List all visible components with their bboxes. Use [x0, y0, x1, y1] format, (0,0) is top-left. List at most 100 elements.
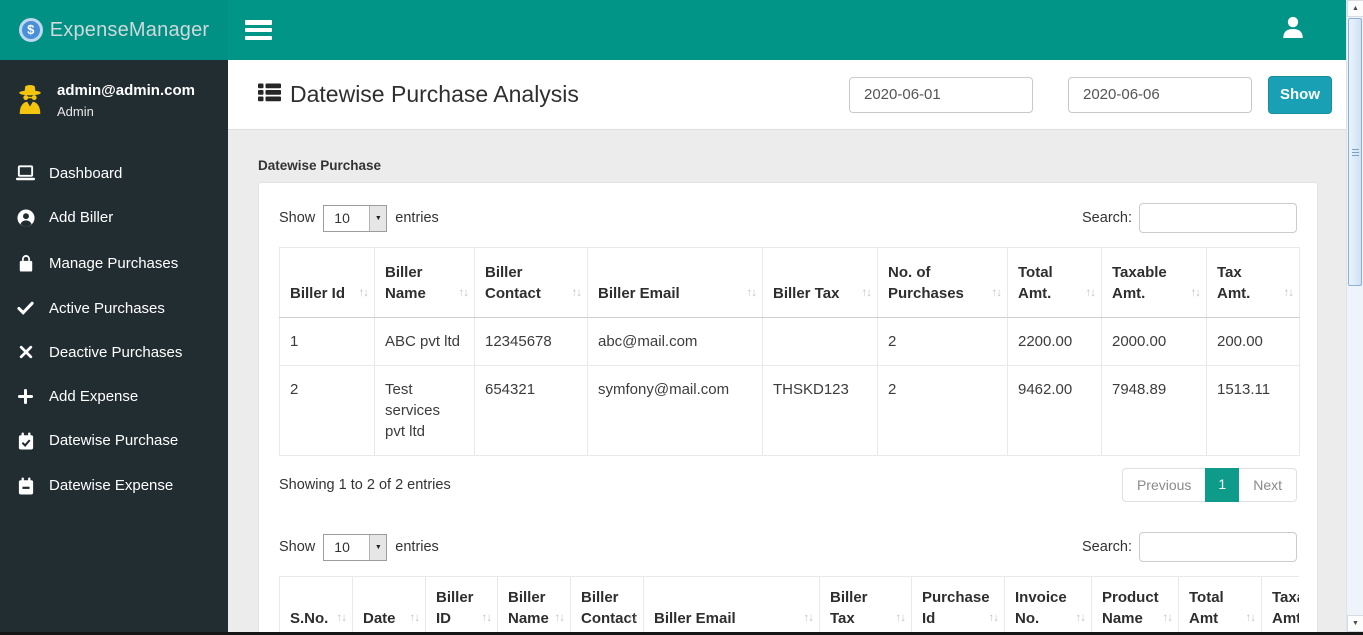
sort-icon: ↑↓: [895, 612, 906, 624]
t1-col-biller-id[interactable]: Biller Id ↑↓: [279, 247, 375, 318]
t2-col-total-amt[interactable]: Total Amt ↑↓: [1178, 576, 1262, 635]
sort-icon: ↑↓: [358, 287, 369, 299]
sidebar-item-label: Manage Purchases: [49, 254, 179, 272]
person-icon[interactable]: [1280, 14, 1306, 40]
t2-col-biller-id[interactable]: Biller ID ↑↓: [425, 576, 498, 635]
page-title: Datewise Purchase Analysis: [258, 81, 579, 108]
sidebar-item-label: Datewise Purchase: [49, 432, 179, 449]
table-header-row: Biller Id ↑↓ Biller Name ↑↓ Biller Contact ↑↓…: [279, 247, 1300, 318]
sidebar-item-label: Dashboard: [49, 164, 123, 182]
t2-col-biller-contact[interactable]: Biller Contact ↑↓: [570, 576, 644, 635]
sort-icon: ↑↓: [571, 287, 582, 299]
page-size-select[interactable]: 10 ▼: [323, 204, 388, 232]
table-cell: 1: [279, 317, 375, 366]
hamburger-menu-icon[interactable]: [237, 12, 281, 48]
user-panel: admin@admin.com Admin: [0, 60, 228, 141]
search-input[interactable]: [1139, 203, 1297, 233]
sort-icon: ↑↓: [336, 612, 347, 624]
list-icon: [258, 83, 281, 107]
table-cell: symfony@mail.com: [587, 365, 763, 456]
t1-col-biller-contact[interactable]: Biller Contact ↑↓: [474, 247, 588, 318]
next-page-button[interactable]: Next: [1239, 468, 1297, 502]
date-from-input[interactable]: [849, 76, 1033, 113]
sidebar-item-deactive-purchases[interactable]: Deactive Purchases: [0, 330, 228, 374]
t1-col-biller-name[interactable]: Biller Name ↑↓: [374, 247, 475, 318]
t1-col-taxable-amt-[interactable]: Taxable Amt. ↑↓: [1101, 247, 1207, 318]
show-label: Show: [279, 210, 316, 226]
scrollbar-grip-icon: [1352, 147, 1359, 158]
t2-col-product-name[interactable]: Product Name ↑↓: [1091, 576, 1179, 635]
previous-page-button[interactable]: Previous: [1121, 468, 1206, 502]
t2-col-biller-name[interactable]: Biller Name ↑↓: [497, 576, 571, 635]
t1-col-tax-amt-[interactable]: Tax Amt. ↑↓: [1206, 247, 1300, 318]
t2-col-invoice-no-[interactable]: Invoice No. ↑↓: [1004, 576, 1092, 635]
chevron-down-icon: ▼: [369, 534, 387, 560]
sort-icon: ↑↓: [481, 612, 492, 624]
calendar-check-icon: [16, 432, 35, 450]
table-cell: Test services pvt ltd: [374, 365, 475, 456]
sidebar-item-active-purchases[interactable]: Active Purchases: [0, 286, 228, 330]
t1-col-no-of-purchases[interactable]: No. of Purchases ↑↓: [877, 247, 1008, 318]
user-email: admin@admin.com: [57, 82, 195, 99]
search-label: Search:: [1082, 539, 1132, 555]
sidebar-item-manage-purchases[interactable]: Manage Purchases: [0, 240, 228, 286]
t2-col-taxable-amt[interactable]: Taxable Amt↑↓: [1261, 576, 1299, 635]
page-1-button[interactable]: 1: [1205, 468, 1240, 502]
purchase-detail-table: S.No. ↑↓ Date ↑↓ Biller ID ↑↓ Biller Name ↑↓ Bil…: [279, 576, 1299, 635]
sort-icon: ↑↓: [746, 287, 757, 299]
t2-col-date[interactable]: Date ↑↓: [352, 576, 426, 635]
brand-logo[interactable]: $ ExpenseManager: [0, 0, 228, 60]
sort-icon: ↑↓: [1245, 612, 1256, 624]
sort-icon: ↑↓: [1190, 287, 1201, 299]
sidebar-item-label: Deactive Purchases: [49, 343, 183, 361]
scroll-up-arrow-icon[interactable]: ▲: [1347, 0, 1363, 17]
t2-col-purchase-id[interactable]: Purchase Id ↑↓: [911, 576, 1005, 635]
content-header: Datewise Purchase Analysis Show: [228, 60, 1346, 130]
sort-icon: ↑↓: [409, 612, 420, 624]
sidebar-item-add-expense[interactable]: Add Expense: [0, 374, 228, 418]
sidebar-item-add-biller[interactable]: Add Biller: [0, 195, 228, 240]
t1-col-biller-email[interactable]: Biller Email ↑↓: [587, 247, 763, 318]
sidebar-item-datewise-purchase[interactable]: Datewise Purchase: [0, 418, 228, 463]
date-to-input[interactable]: [1068, 76, 1252, 113]
search-input-2[interactable]: [1139, 532, 1297, 562]
sort-icon: ↑↓: [1162, 612, 1173, 624]
show-button[interactable]: Show: [1268, 75, 1332, 114]
sort-icon: ↑↓: [458, 287, 469, 299]
sort-icon: ↑↓: [991, 287, 1002, 299]
laptop-icon: [16, 165, 35, 181]
t2-col-s-no-[interactable]: S.No. ↑↓: [279, 576, 353, 635]
sidebar-item-label: Active Purchases: [49, 299, 165, 317]
t2-col-biller-tax[interactable]: Biller Tax ↑↓: [819, 576, 912, 635]
cross-icon: [16, 345, 35, 359]
t2-col-biller-email[interactable]: Biller Email ↑↓: [643, 576, 820, 635]
page-size-select-2[interactable]: 10 ▼: [323, 533, 388, 561]
entries-label: entries: [395, 539, 439, 555]
scrollbar-thumb[interactable]: [1348, 18, 1362, 286]
table-cell: 9462.00: [1007, 365, 1102, 456]
table-cell: 200.00: [1206, 317, 1300, 366]
main-content: Datewise Purchase Show 10 ▼ entries Sear…: [228, 130, 1346, 635]
pagination: Previous 1 Next: [1121, 468, 1297, 502]
table-cell: 7948.89: [1101, 365, 1207, 456]
t1-col-total-amt-[interactable]: Total Amt. ↑↓: [1007, 247, 1102, 318]
entries-label: entries: [395, 210, 439, 226]
sidebar-item-label: Add Expense: [49, 387, 139, 405]
dollar-coin-icon: $: [18, 18, 43, 42]
scroll-down-arrow-icon[interactable]: ▼: [1347, 615, 1363, 632]
table-row: 2 Test services pvt ltd 654321 symfony@mail…: [279, 365, 1300, 456]
table-cell: 12345678: [474, 317, 588, 366]
table-cell: abc@mail.com: [587, 317, 763, 366]
datewise-purchase-table: Biller Id ↑↓ Biller Name ↑↓ Biller Contact ↑↓…: [279, 247, 1300, 456]
sidebar-item-dashboard[interactable]: Dashboard: [0, 151, 228, 195]
table-cell: 2: [877, 317, 1008, 366]
page-size-value: 10: [334, 538, 350, 555]
sort-icon: ↑↓: [861, 287, 872, 299]
spy-avatar-icon: [15, 82, 45, 121]
sidebar-item-datewise-expense[interactable]: Datewise Expense: [0, 463, 228, 508]
table-cell: 2000.00: [1101, 317, 1207, 366]
t1-col-biller-tax[interactable]: Biller Tax ↑↓: [762, 247, 878, 318]
search-label: Search:: [1082, 210, 1132, 226]
sort-icon: ↑↓: [627, 612, 638, 624]
vertical-scrollbar[interactable]: ▲ ▼: [1346, 0, 1363, 635]
